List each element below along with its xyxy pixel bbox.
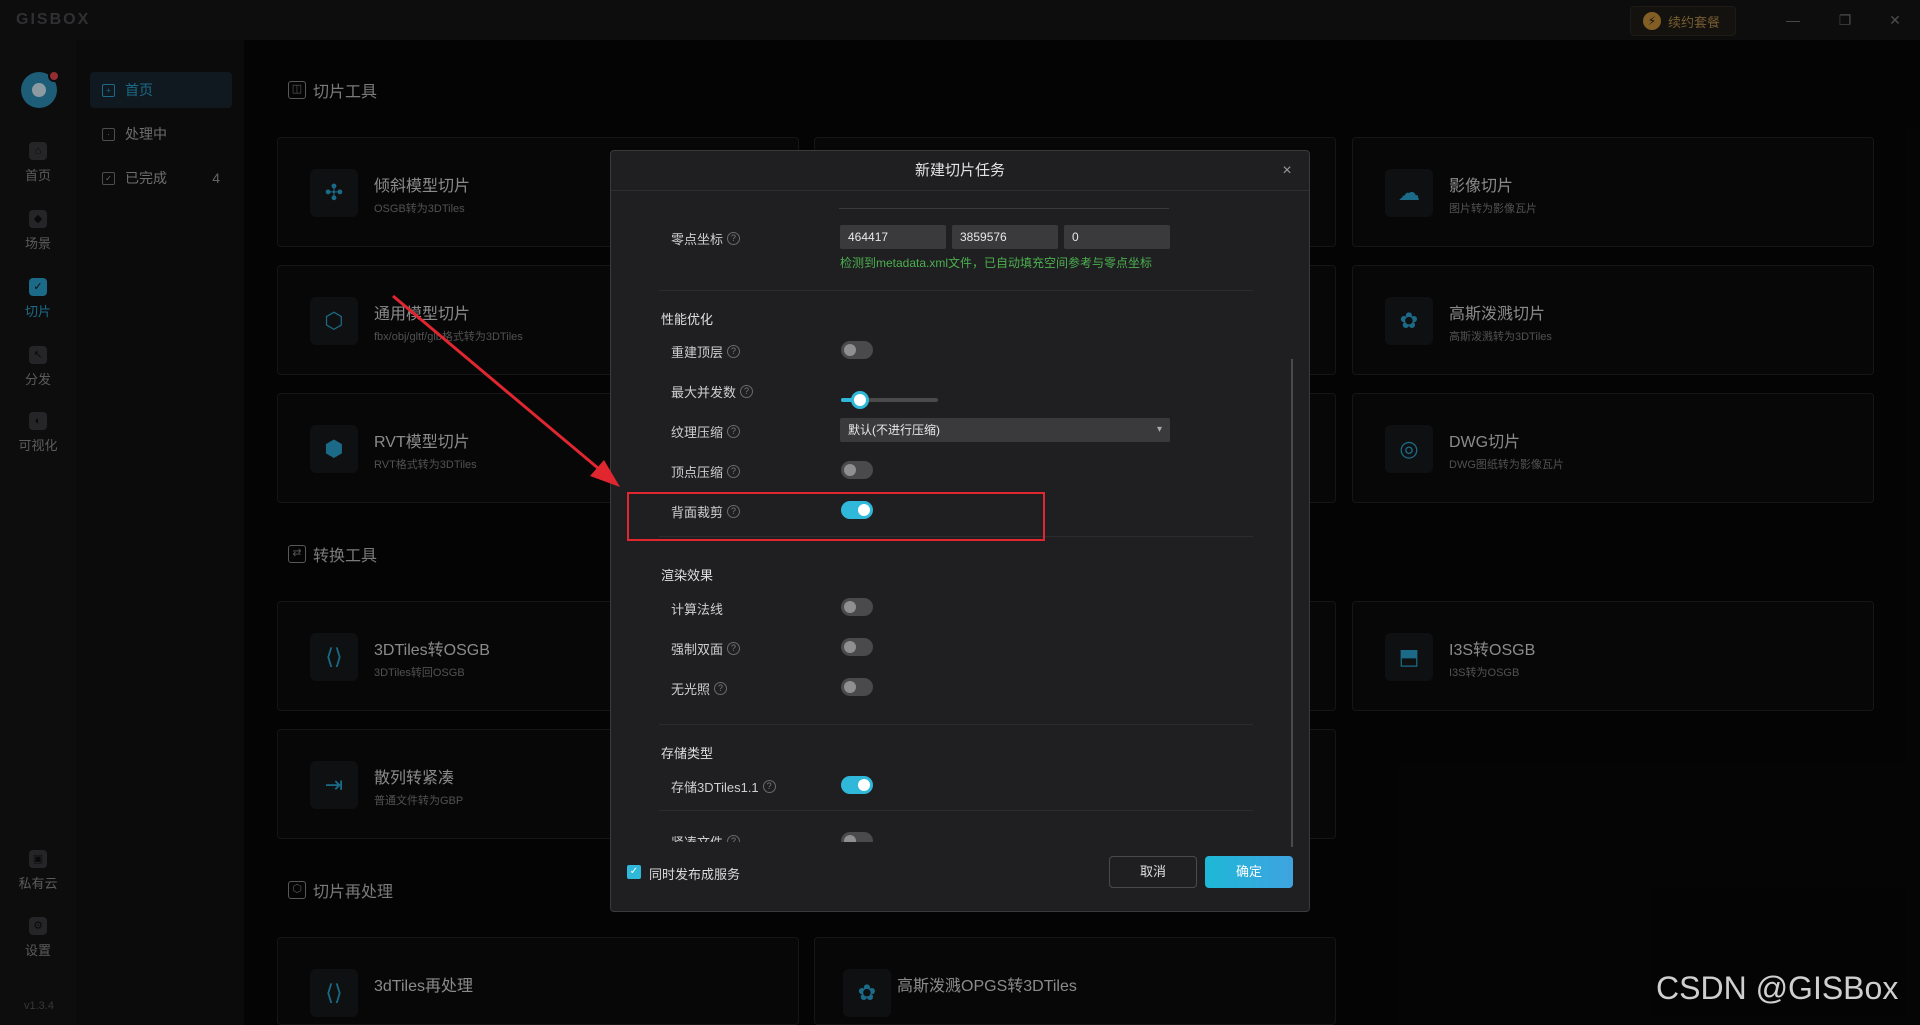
vertex-compress-toggle[interactable] [841,461,873,479]
vertex-compress-row: 顶点压缩 ? [671,462,741,481]
unlit-label: 无光照 [671,682,711,697]
origin-label: 零点坐标 [671,232,724,247]
texture-compress-select[interactable]: 默认(不进行压缩) ▾ [840,418,1170,442]
rebuild-top-row: 重建顶层 ? [671,342,741,361]
double-sided-toggle[interactable] [841,638,873,656]
rebuild-top-toggle[interactable] [841,341,873,359]
dialog-scrollbar[interactable] [1291,359,1293,847]
texture-compress-label: 纹理压缩 [671,425,724,440]
max-concurrency-row: 最大并发数 ? [671,382,754,401]
unlit-row: 无光照 ? [671,679,728,698]
origin-y-input[interactable]: 3859576 [952,225,1058,249]
app-window: GISBOX ⚡ 续约套餐 — ❐ ✕ ⌂ 首页 ◆ 场景 ✓ 切片 ↖ 分发 [0,0,1920,1025]
normals-row: 计算法线 [671,599,723,618]
divider [839,208,1169,209]
close-icon[interactable]: × [1277,161,1297,181]
chevron-down-icon: ▾ [1156,424,1162,435]
ok-button[interactable]: 确定 [1205,856,1293,888]
dialog-footer: ✓ 同时发布成服务 取消 确定 [611,843,1309,911]
double-sided-row: 强制双面 ? [671,639,741,658]
tiles11-toggle[interactable] [841,776,873,794]
publish-checkbox[interactable]: ✓ [627,865,641,879]
compact-file-row: 紧凑文件 ? [671,832,741,842]
compact-file-label: 紧凑文件 [671,832,723,842]
help-icon[interactable]: ? [727,232,741,245]
tiles11-label: 存储3DTiles1.1 [671,780,759,795]
toggle-knob [844,681,856,693]
storage-group-title: 存储类型 [661,746,714,761]
slider-thumb[interactable] [851,391,870,409]
publish-label[interactable]: 同时发布成服务 [649,864,740,883]
toggle-knob [858,779,870,791]
toggle-knob [844,835,856,842]
vertex-compress-label: 顶点压缩 [671,465,724,480]
divider [659,724,1253,725]
watermark: CSDN @GISBox [1656,970,1899,1006]
texture-compress-row: 纹理压缩 ? [671,422,741,441]
help-icon[interactable]: ? [727,642,741,655]
help-icon[interactable]: ? [727,425,741,438]
toggle-knob [844,601,856,613]
origin-z-input[interactable]: 0 [1064,225,1170,249]
help-icon[interactable]: ? [727,835,741,842]
help-icon[interactable]: ? [762,780,776,793]
normals-label: 计算法线 [671,602,724,617]
origin-x-input[interactable]: 464417 [840,225,946,249]
texture-compress-value: 默认(不进行压缩) [848,423,940,437]
max-concurrency-slider[interactable] [841,391,938,409]
tiles11-row: 存储3DTiles1.1 ? [671,777,776,796]
perf-group-title: 性能优化 [661,312,714,327]
render-group-title: 渲染效果 [661,568,714,583]
toggle-knob [844,464,856,476]
max-concurrency-label: 最大并发数 [671,385,737,400]
double-sided-label: 强制双面 [671,642,724,657]
cancel-button[interactable]: 取消 [1109,856,1197,888]
metadata-hint: 检测到metadata.xml文件，已自动填充空间参考与零点坐标 [840,256,1153,270]
toggle-knob [844,641,856,653]
help-icon[interactable]: ? [714,682,728,695]
normals-toggle[interactable] [841,598,873,616]
dialog-title: 新建切片任务 [611,151,1309,191]
help-icon[interactable]: ? [727,345,741,358]
unlit-toggle[interactable] [841,678,873,696]
rebuild-top-label: 重建顶层 [671,345,724,360]
toggle-knob [844,344,856,356]
compact-file-toggle[interactable] [841,832,873,842]
highlight-box [627,492,1045,541]
help-icon[interactable]: ? [740,385,754,398]
origin-label-row: 零点坐标 ? [671,229,741,248]
divider [659,810,1253,811]
help-icon[interactable]: ? [727,465,741,478]
divider [659,290,1253,291]
